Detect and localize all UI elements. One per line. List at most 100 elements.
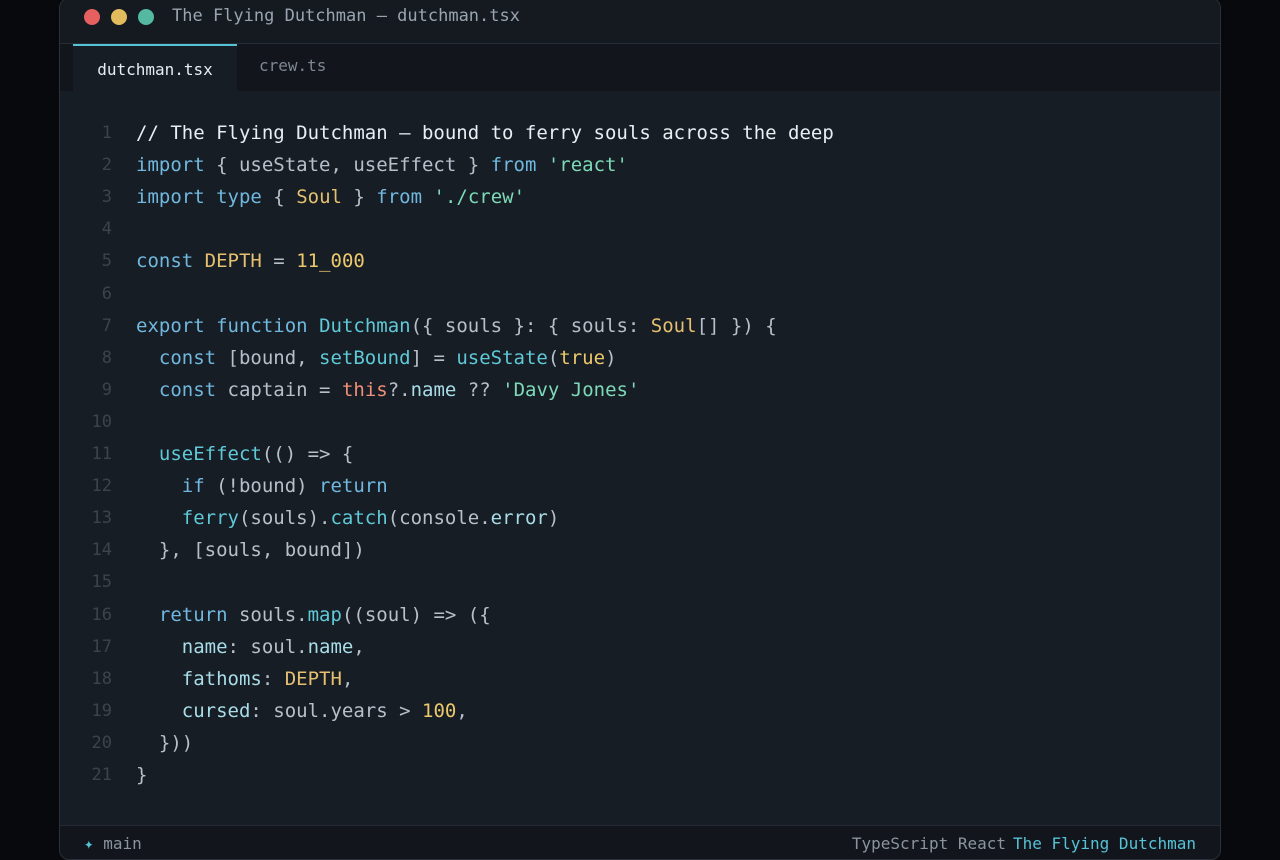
line-number: 9 <box>101 379 112 400</box>
line-number: 1 <box>101 123 112 143</box>
project-name: The Flying Dutchman <box>1012 834 1196 853</box>
branch-name: main <box>103 834 142 853</box>
minimize-window-button[interactable] <box>111 9 127 25</box>
code-line: 11 useEffect(() => { <box>60 438 1220 470</box>
code-token: useState <box>456 346 548 369</box>
code-token: useEffect <box>158 443 262 465</box>
line-code: return souls.map((soul) => ({ <box>136 599 491 631</box>
code-token: './crew' <box>433 186 526 209</box>
code-token: ?? <box>456 378 503 401</box>
line-code: // The Flying Dutchman — bound to ferry … <box>136 117 834 149</box>
close-window-button[interactable] <box>84 9 100 25</box>
code-token: // The Flying Dutchman — bound to ferry … <box>136 122 834 144</box>
code-token: 'react' <box>547 154 628 177</box>
line-number: 4 <box>101 219 112 240</box>
code-token: , <box>341 667 354 690</box>
code-line: 12 if (!bound) return <box>60 470 1220 502</box>
code-token: 'Davy Jones' <box>502 378 640 401</box>
line-number: 6 <box>101 283 112 304</box>
code-token: DEPTH <box>284 667 342 690</box>
git-branch[interactable]: ✦ main <box>84 834 142 853</box>
code-token: , <box>353 635 365 658</box>
code-token: Soul <box>650 314 697 337</box>
maximize-window-button[interactable] <box>138 9 154 25</box>
line-code: import { useState, useEffect } from 'rea… <box>136 149 628 181</box>
line-code: const [bound, setBound] = useState(true) <box>136 342 617 374</box>
code-token: fathoms <box>181 667 262 690</box>
code-token: import <box>136 154 205 177</box>
code-token: name <box>307 635 354 658</box>
line-number: 11 <box>91 444 112 464</box>
code-editor[interactable]: 1 // The Flying Dutchman — bound to ferry… <box>60 91 1220 825</box>
code-token: souls. <box>227 603 308 626</box>
code-token: true <box>559 346 606 369</box>
line-code: name: soul.name, <box>136 631 365 663</box>
language-mode[interactable]: TypeScript React <box>852 834 1006 853</box>
code-line: 7 export function Dutchman({ souls }: { s… <box>60 310 1220 342</box>
code-line: 20 })) <box>60 727 1220 759</box>
code-token: function <box>216 314 308 337</box>
code-token: return <box>319 475 388 498</box>
tab-crew-ts[interactable]: crew.ts <box>259 44 326 91</box>
code-token: (souls). <box>238 507 331 530</box>
code-token: DEPTH <box>204 250 262 273</box>
line-code: } <box>136 759 147 791</box>
code-line: 8 const [bound, setBound] = useState(tru… <box>60 342 1220 374</box>
line-code: fathoms: DEPTH, <box>136 663 354 695</box>
code-token: ({ souls }: { souls: <box>410 314 651 337</box>
tab-dutchman-tsx[interactable]: dutchman.tsx <box>73 44 237 91</box>
window-title: The Flying Dutchman — dutchman.tsx <box>172 6 520 26</box>
line-number: 19 <box>91 700 112 721</box>
code-token: (!bound) <box>204 475 320 498</box>
title-bar: The Flying Dutchman — dutchman.tsx <box>60 0 1220 44</box>
code-line: 1 // The Flying Dutchman — bound to ferry… <box>60 117 1220 149</box>
code-line: 14 }, [souls, bound]) <box>60 534 1220 566</box>
code-token: name <box>410 378 457 401</box>
code-token: 100 <box>422 699 457 722</box>
code-token: ] = <box>410 346 457 369</box>
code-token: setBound <box>319 346 411 369</box>
code-token: name <box>181 635 228 658</box>
code-token: : <box>261 667 285 690</box>
code-line: 17 name: soul.name, <box>60 631 1220 663</box>
code-token: (console. <box>387 507 491 530</box>
tab-bar: dutchman.tsx crew.ts <box>60 44 1220 91</box>
code-token: Dutchman <box>319 314 411 337</box>
code-token: error <box>490 507 548 530</box>
line-code: const captain = this?.name ?? 'Davy Jone… <box>136 374 640 406</box>
line-number: 14 <box>91 540 112 561</box>
line-code: ferry(souls).catch(console.error) <box>136 502 560 534</box>
code-token: return <box>158 603 228 626</box>
status-bar: ✦ main TypeScript React The Flying Dutch… <box>60 825 1220 859</box>
code-line: 13 ferry(souls).catch(console.error) <box>60 502 1220 534</box>
line-code: const DEPTH = 11_000 <box>136 245 365 277</box>
code-token: [bound, <box>216 346 320 369</box>
code-token: }, [souls, bound]) <box>136 539 365 562</box>
line-code: cursed: soul.years > 100, <box>136 695 468 727</box>
code-line: 2 import { useState, useEffect } from 're… <box>60 149 1220 181</box>
code-token: const <box>158 346 217 369</box>
code-token: catch <box>330 507 388 530</box>
line-number: 15 <box>91 572 112 593</box>
code-token: { <box>261 186 297 209</box>
line-number: 7 <box>101 315 112 336</box>
code-token: : soul.years > <box>250 699 422 722</box>
code-line: 4 <box>60 213 1220 245</box>
code-token: ) <box>605 346 617 369</box>
line-number: 16 <box>91 604 112 625</box>
code-token: captain = <box>216 378 342 401</box>
code-line: 6 <box>60 278 1220 310</box>
code-token: ( <box>547 346 560 369</box>
line-code: import type { Soul } from './crew' <box>136 181 525 213</box>
code-token: 11_000 <box>296 250 365 273</box>
code-token: import <box>136 186 205 209</box>
code-token: cursed <box>181 699 251 722</box>
code-token: } <box>136 764 148 786</box>
